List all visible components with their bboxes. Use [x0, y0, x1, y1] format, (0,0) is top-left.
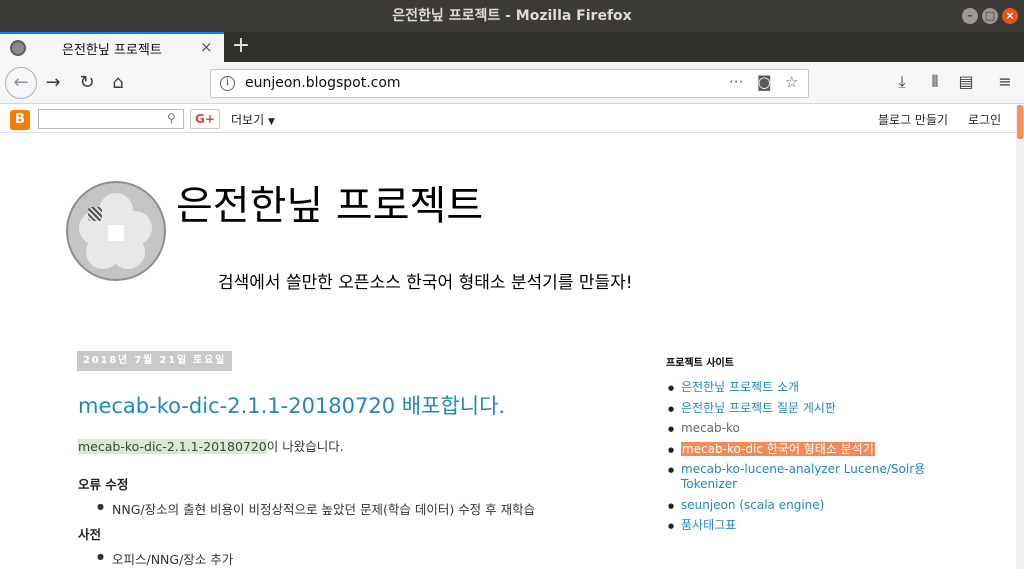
tab-strip: 은전한닢 프로젝트 × + [0, 32, 1024, 62]
bookmark-star-icon[interactable]: ☆ [785, 73, 798, 91]
address-bar[interactable]: i eunjeon.blogspot.com ··· ◙ ☆ [210, 69, 809, 98]
blog-title[interactable]: 은전한닢 프로젝트 [176, 173, 483, 231]
project-site-list: 은전한닢 프로젝트 소개 은전한닢 프로젝트 질문 게시판 mecab-ko m… [668, 380, 928, 539]
blog-logo-image [66, 181, 166, 281]
back-button[interactable]: ← [5, 67, 37, 99]
page-actions-icon[interactable]: ··· [729, 73, 743, 91]
search-icon[interactable]: ⚲ [167, 111, 176, 125]
sidebar-link-highlighted[interactable]: mecab-ko-dic 한국어 형태소 분석기 [681, 441, 875, 456]
pocket-icon[interactable]: ◙ [757, 73, 772, 91]
url-text[interactable]: eunjeon.blogspot.com [245, 75, 401, 91]
section-heading-bugfix: 오류 수정 [78, 477, 129, 492]
page-scrollbar[interactable] [1016, 105, 1024, 569]
blogger-logo-icon[interactable]: B [10, 110, 30, 130]
list-item-text: NNG/장소의 출현 비용이 비정상적으로 높았던 문제(학습 데이터) 수정 … [112, 502, 536, 517]
downloads-icon[interactable]: ⤓ [891, 72, 913, 92]
blog-search-input[interactable]: ⚲ [38, 109, 184, 129]
sidebar-item-mecab-ko: mecab-ko [668, 421, 928, 437]
make-blog-link[interactable]: 블로그 만들기 [878, 111, 948, 128]
caret-down-icon: ▼ [267, 117, 275, 127]
post-intro-suffix: 이 나왔습니다. [266, 439, 344, 454]
login-link[interactable]: 로그인 [968, 111, 1001, 128]
list-item: NNG/장소의 출현 비용이 비정상적으로 높았던 문제(학습 데이터) 수정 … [97, 499, 535, 518]
sidebar-link[interactable]: mecab-ko-lucene-analyzer Lucene/Solr용 To… [681, 462, 925, 491]
sidebar-heading: 프로젝트 사이트 [666, 358, 734, 369]
post-date: 2018년 7월 21일 토요일 [77, 351, 233, 371]
sidebar-link[interactable]: 은전한닢 프로젝트 질문 게시판 [681, 401, 836, 415]
new-tab-button[interactable]: + [230, 33, 252, 58]
window-title-bar: 은전한닢 프로젝트 - Mozilla Firefox – □ × [0, 0, 1024, 32]
sidebar-item-seunjeon: seunjeon (scala engine) [668, 498, 928, 514]
more-menu[interactable]: 더보기 ▼ [231, 111, 275, 128]
list-item-text: 오피스/NNG/장소 추가 [112, 552, 234, 567]
library-icon[interactable]: ⫴ [924, 72, 946, 92]
sidebar-link[interactable]: mecab-ko [681, 421, 740, 435]
tab-eunjeon[interactable]: 은전한닢 프로젝트 × [0, 32, 224, 62]
post-title[interactable]: mecab-ko-dic-2.1.1-20180720 배포합니다. [78, 390, 505, 420]
minimize-icon[interactable]: – [962, 8, 978, 24]
close-window-icon[interactable]: × [1002, 8, 1018, 24]
window-title: 은전한닢 프로젝트 - Mozilla Firefox [392, 8, 632, 24]
favicon-icon [10, 40, 26, 56]
more-label: 더보기 [231, 113, 265, 127]
post-intro: mecab-ko-dic-2.1.1-20180720이 나왔습니다. [78, 436, 344, 455]
list-item: 오피스/NNG/장소 추가 [97, 549, 233, 568]
sidebar-link[interactable]: 품사태그표 [681, 518, 736, 532]
tab-title: 은전한닢 프로젝트 [62, 43, 162, 58]
sidebar-item-pos-tags: 품사태그표 [668, 518, 928, 534]
sidebar-item-mecab-ko-dic: mecab-ko-dic 한국어 형태소 분석기 [668, 441, 928, 458]
sidebar-item-lucene: mecab-ko-lucene-analyzer Lucene/Solr용 To… [668, 462, 928, 492]
google-plus-button[interactable]: G+ [190, 109, 220, 129]
menu-icon[interactable]: ≡ [994, 72, 1016, 91]
sidebar-item-qna: 은전한닢 프로젝트 질문 게시판 [668, 401, 928, 417]
logo-pattern [88, 207, 102, 221]
site-info-icon[interactable]: i [220, 76, 235, 91]
section-heading-dictionary: 사전 [78, 527, 102, 542]
sidebar-link[interactable]: seunjeon (scala engine) [681, 498, 824, 512]
maximize-icon[interactable]: □ [982, 8, 998, 24]
blog-description: 검색에서 쓸만한 오픈소스 한국어 형태소 분석기를 만들자! [218, 273, 633, 293]
navigation-toolbar: ← → ↻ ⌂ i eunjeon.blogspot.com ··· ◙ ☆ ⤓… [0, 62, 1024, 104]
tab-close-icon[interactable]: × [200, 38, 213, 56]
sidebar-link[interactable]: 은전한닢 프로젝트 소개 [681, 380, 799, 394]
scrollbar-thumb[interactable] [1017, 105, 1023, 139]
sidebar-toggle-icon[interactable]: ▤ [955, 72, 977, 91]
release-link[interactable]: mecab-ko-dic-2.1.1-20180720 [78, 439, 267, 454]
reload-button[interactable]: ↻ [72, 68, 102, 98]
sidebar-item-intro: 은전한닢 프로젝트 소개 [668, 380, 928, 396]
logo-center [108, 225, 124, 241]
home-button[interactable]: ⌂ [103, 68, 133, 98]
blogger-navbar: B ⚲ G+ 더보기 ▼ 블로그 만들기 로그인 [0, 105, 1016, 133]
forward-button[interactable]: → [38, 68, 68, 98]
